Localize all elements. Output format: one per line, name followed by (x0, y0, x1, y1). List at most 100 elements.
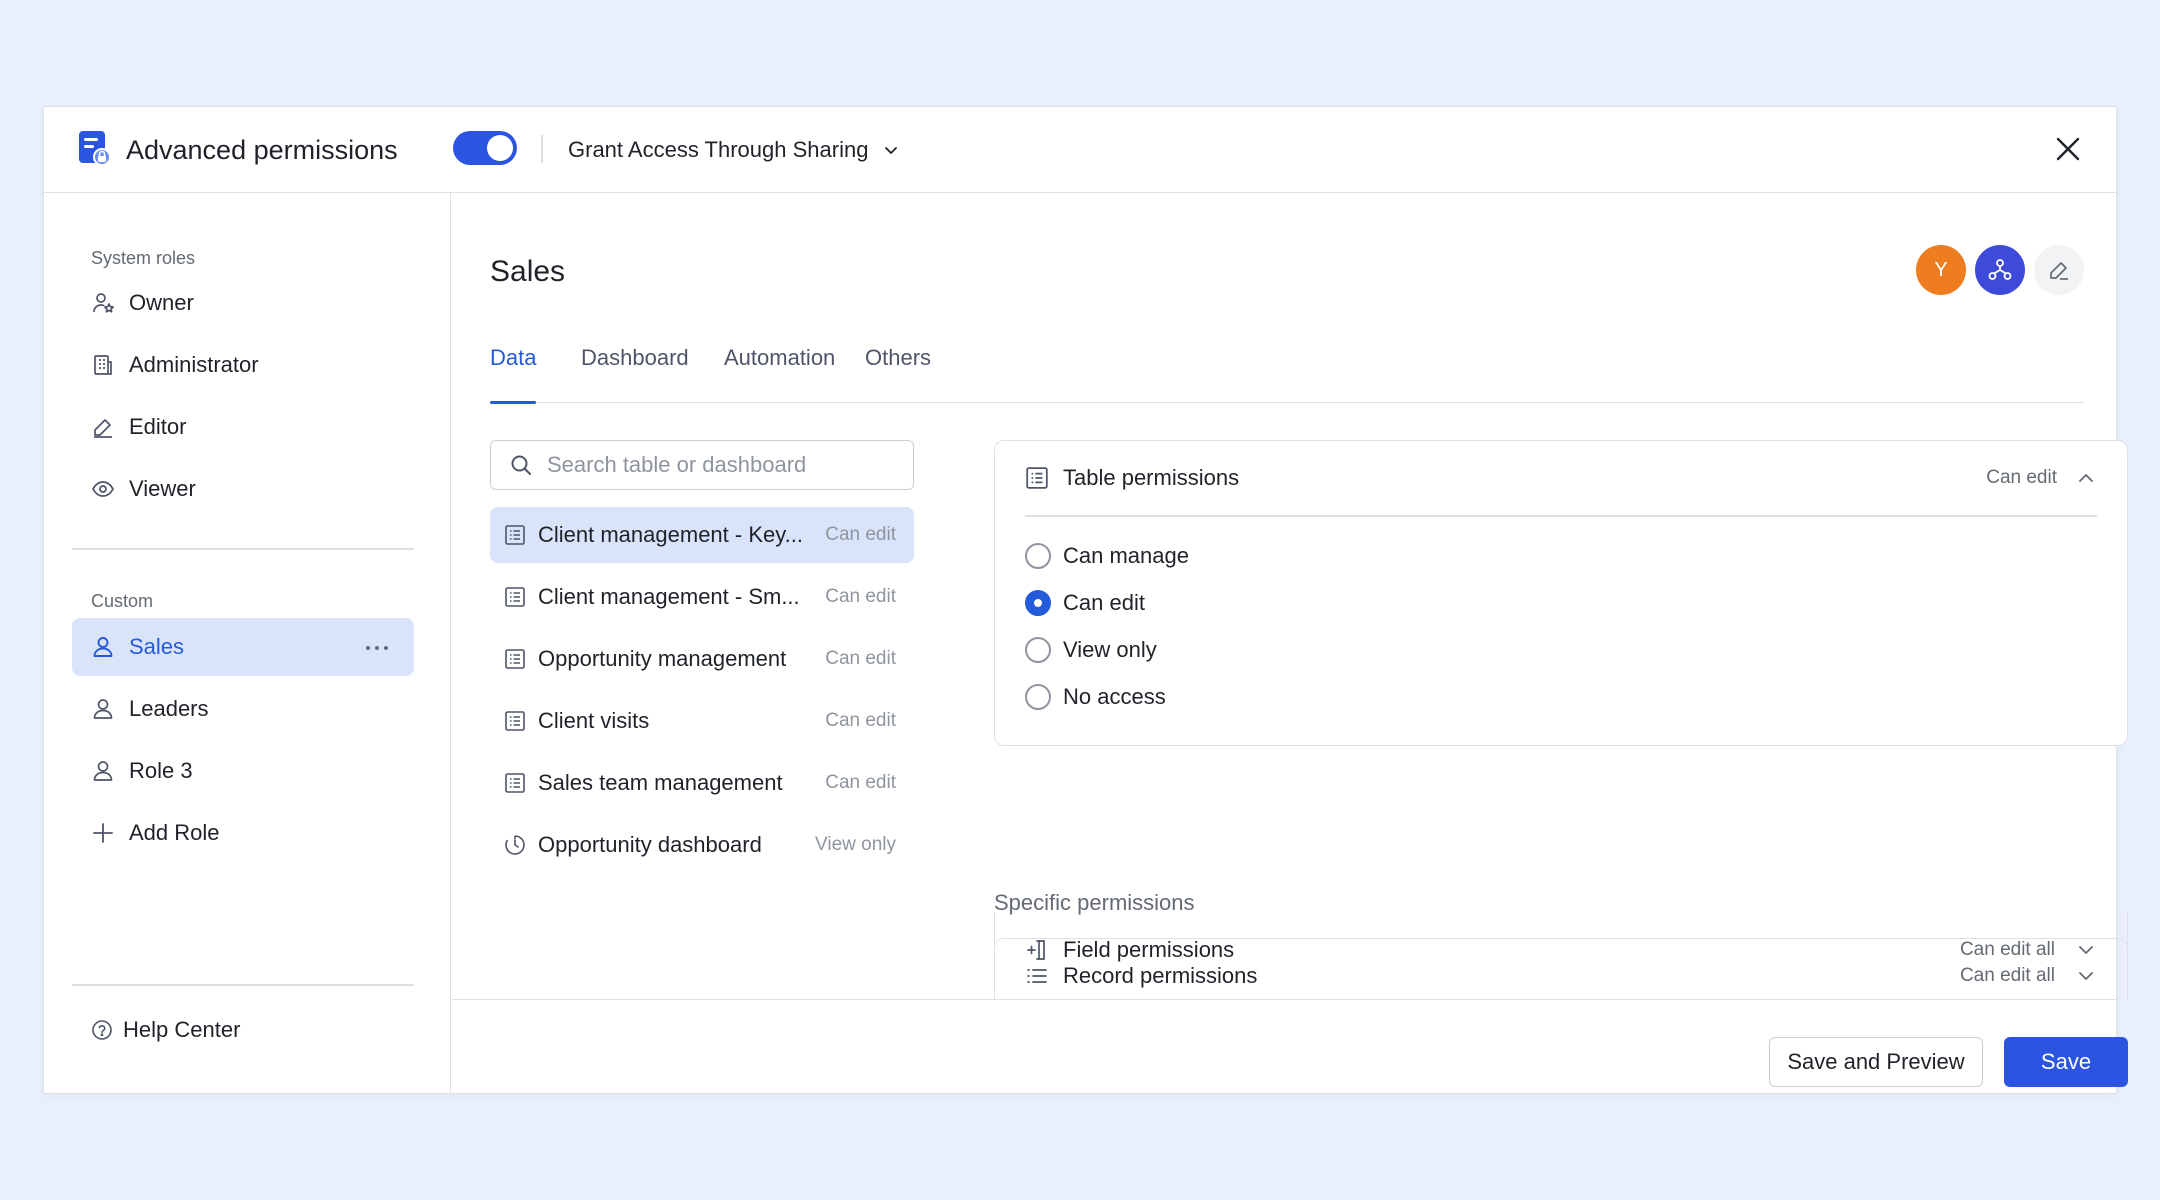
save-button[interactable]: Save (2004, 1037, 2128, 1087)
sidebar-item-label: Owner (129, 290, 194, 315)
search-input[interactable] (547, 452, 907, 478)
tab-data[interactable]: Data (490, 343, 537, 404)
table-permission-value: Can edit (825, 710, 896, 731)
search-box (490, 440, 914, 490)
save-and-preview-button[interactable]: Save and Preview (1769, 1037, 1983, 1087)
list-item-table[interactable]: Client management - Key... Can edit (490, 507, 914, 563)
sidebar-item-label: Editor (129, 414, 187, 439)
table-permission-value: View only (815, 834, 896, 855)
tab-dashboard[interactable]: Dashboard (581, 343, 689, 403)
table-permission-value: Can edit (825, 772, 896, 793)
radio-can-edit[interactable]: Can edit (1025, 590, 1145, 616)
dialog-footer: Save and Preview Save (452, 999, 2128, 1093)
advanced-permissions-toggle[interactable] (453, 131, 517, 165)
advanced-permissions-dialog: Advanced permissions Grant Access Throug… (43, 106, 2128, 1094)
table-icon (504, 524, 526, 546)
radio-button-selected[interactable] (1025, 590, 1051, 616)
radio-button[interactable] (1025, 684, 1051, 710)
custom-roles-label: Custom (91, 591, 154, 611)
field-permissions-row[interactable]: Field permissions Can edit all (995, 912, 2127, 987)
table-name: Client visits (538, 708, 650, 733)
chevron-up-icon[interactable] (2075, 467, 2097, 489)
radio-label: View only (1063, 637, 1157, 662)
edit-role-button[interactable] (2034, 245, 2084, 295)
table-icon (504, 586, 526, 608)
owner-icon (91, 291, 115, 315)
chevron-down-icon (882, 141, 900, 159)
grant-access-label: Grant Access Through Sharing (568, 137, 869, 162)
radio-button[interactable] (1025, 543, 1051, 569)
header-divider (541, 135, 543, 163)
list-item-table[interactable]: Opportunity management Can edit (490, 631, 914, 687)
permission-tabs: Data Dashboard Automation Others (490, 343, 2084, 404)
toggle-knob (487, 135, 513, 161)
radio-label: Can manage (1063, 543, 1189, 568)
sidebar-item-editor[interactable]: Editor (72, 398, 414, 456)
table-permissions-value: Can edit (1986, 467, 2057, 488)
sidebar-divider (72, 548, 414, 550)
list-item-table[interactable]: Client visits Can edit (490, 693, 914, 749)
help-center-label: Help Center (123, 1017, 241, 1042)
building-icon (91, 353, 115, 377)
sidebar-item-label: Leaders (129, 696, 209, 721)
table-name: Sales team management (538, 770, 783, 795)
list-item-table[interactable]: Client management - Sm... Can edit (490, 569, 914, 625)
field-permissions-label: Field permissions (1063, 936, 1235, 962)
list-item-dashboard[interactable]: Opportunity dashboard View only (490, 817, 914, 873)
table-permission-value: Can edit (825, 586, 896, 607)
user-icon (91, 635, 115, 659)
sidebar-item-administrator[interactable]: Administrator (72, 336, 414, 394)
chevron-down-icon[interactable] (2075, 939, 2097, 961)
sidebar-item-leaders[interactable]: Leaders (72, 680, 414, 738)
field-permissions-container: Field permissions Can edit all (994, 912, 2128, 999)
dialog-header: Advanced permissions Grant Access Throug… (44, 107, 2116, 193)
pencil-icon (91, 415, 115, 439)
more-options-icon[interactable] (364, 636, 390, 660)
plus-icon (91, 821, 115, 845)
avatar[interactable]: Y (1916, 245, 1966, 295)
tab-automation[interactable]: Automation (724, 343, 835, 403)
permissions-app-icon (77, 129, 111, 167)
pencil-icon (2047, 258, 2071, 282)
dialog-title: Advanced permissions (126, 135, 398, 165)
grant-access-dropdown[interactable]: Grant Access Through Sharing (568, 136, 900, 164)
card-divider (1025, 515, 2097, 517)
add-role-label: Add Role (129, 820, 220, 845)
sidebar-item-sales[interactable]: Sales (72, 618, 414, 676)
eye-icon (91, 477, 115, 501)
sidebar-item-viewer[interactable]: Viewer (72, 460, 414, 518)
radio-button[interactable] (1025, 637, 1051, 663)
close-icon[interactable] (2052, 133, 2084, 165)
field-permissions-value: Can edit all (1959, 938, 2055, 960)
sidebar-divider (72, 984, 414, 986)
help-icon (91, 1019, 113, 1041)
sidebar-item-role-3[interactable]: Role 3 (72, 742, 414, 800)
table-permission-value: Can edit (825, 648, 896, 669)
user-icon (91, 697, 115, 721)
sidebar-item-owner[interactable]: Owner (72, 274, 414, 332)
table-icon (504, 648, 526, 670)
roles-sidebar: System roles Owner Administrator Editor … (44, 193, 451, 1093)
table-name: Opportunity management (538, 646, 787, 671)
table-permission-value: Can edit (825, 524, 896, 545)
radio-no-access[interactable]: No access (1025, 684, 1166, 710)
role-title: Sales (490, 255, 566, 288)
table-icon (1025, 466, 1049, 490)
help-center-link[interactable]: Help Center (72, 1001, 414, 1059)
sidebar-item-label: Role 3 (129, 758, 193, 783)
table-permissions-header[interactable]: Table permissions Can edit (1025, 441, 2097, 515)
org-structure-icon[interactable] (1975, 245, 2025, 295)
radio-can-manage[interactable]: Can manage (1025, 543, 1189, 569)
table-permissions-label: Table permissions (1063, 465, 1240, 490)
search-icon (509, 453, 533, 477)
add-role-button[interactable]: Add Role (72, 804, 414, 862)
list-item-table[interactable]: Sales team management Can edit (490, 755, 914, 811)
user-icon (91, 759, 115, 783)
system-roles-label: System roles (91, 248, 196, 268)
radio-view-only[interactable]: View only (1025, 637, 1157, 663)
tab-others[interactable]: Others (865, 343, 931, 403)
sidebar-item-label: Administrator (129, 352, 259, 377)
radio-label: No access (1063, 684, 1166, 709)
table-permissions-card: Table permissions Can edit Can manage Ca… (994, 440, 2128, 746)
avatar-initial: Y (1934, 258, 1948, 281)
